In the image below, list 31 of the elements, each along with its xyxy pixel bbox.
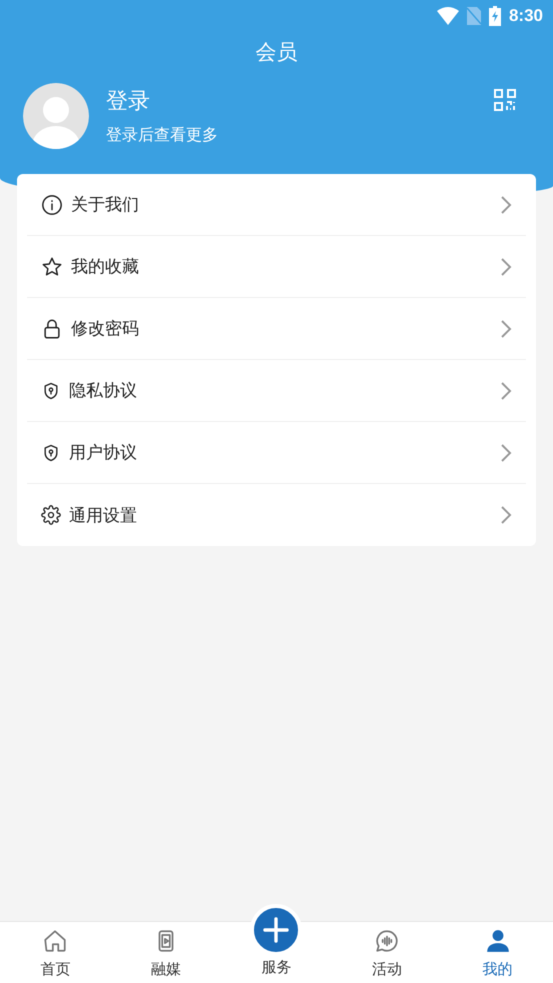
nav-tab[interactable]: 我的: [442, 922, 553, 983]
info-icon: [41, 194, 63, 216]
chevron-right-icon: [500, 194, 512, 214]
nav-tab[interactable]: 活动: [332, 922, 442, 983]
chevron-right-icon: [500, 318, 512, 338]
star-icon: [41, 256, 63, 278]
chevron-right-icon: [500, 380, 512, 400]
home-icon: [42, 928, 68, 954]
user-icon: [484, 928, 511, 954]
menu-item[interactable]: 用户协议: [69, 441, 492, 464]
menu-item[interactable]: 通用设置: [69, 504, 492, 526]
wifi-icon: [436, 7, 459, 25]
avatar[interactable]: [22, 82, 90, 150]
nav-tab[interactable]: 首页: [0, 922, 111, 983]
chevron-right-icon: [500, 442, 512, 462]
menu-item[interactable]: 我的收藏: [71, 255, 492, 278]
status-time: 8:30: [508, 6, 543, 26]
chevron-right-icon: [500, 505, 512, 525]
battery-icon: [488, 6, 501, 26]
no-sim-icon: [466, 7, 481, 25]
nav-tab[interactable]: 服务: [221, 904, 332, 983]
menu-item[interactable]: 关于我们: [71, 193, 492, 216]
login-hint: 登录后查看更多: [106, 125, 219, 146]
chevron-right-icon: [500, 256, 512, 276]
nav-tab[interactable]: 融媒: [110, 922, 222, 983]
page-title: 会员: [256, 39, 298, 66]
settings-icon: [41, 505, 61, 525]
chat-icon: [374, 928, 400, 954]
menu-item[interactable]: 隐私协议: [69, 379, 492, 402]
menu-item[interactable]: 修改密码: [71, 317, 492, 340]
qr-code-button[interactable]: [493, 88, 517, 112]
